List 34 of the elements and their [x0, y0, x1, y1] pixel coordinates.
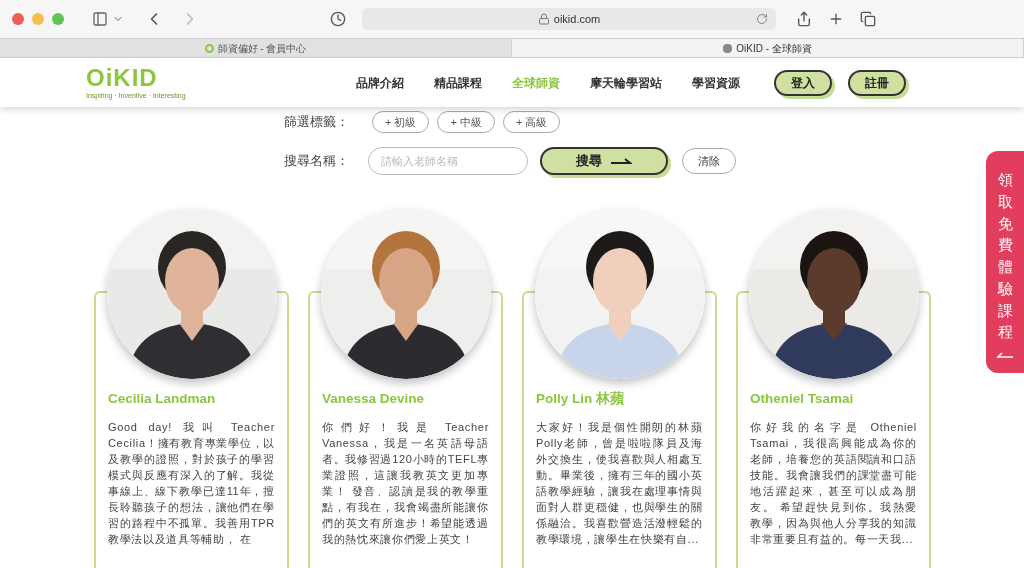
search-button[interactable]: 搜尋	[540, 147, 668, 175]
teacher-bio: 你好我的名字是 Otheniel Tsamai，我很高興能成為你的老師，培養您的英語閱讀和口語技能。我會讓我們的課堂盡可能地活躍起來，甚至可以成為朋友。 希望趕快見到你。我熱愛教學，因為與他人分享我的知識非常重要且有益的。每一天我...	[750, 420, 917, 548]
free-trial-button[interactable]: 領取免費體驗課程	[986, 151, 1024, 373]
nav-link[interactable]: 學習資源	[691, 73, 740, 92]
zoom-icon[interactable]	[52, 13, 64, 25]
history-icon[interactable]	[330, 11, 346, 27]
search-field[interactable]: 請輸入老師名稱	[368, 147, 528, 175]
url-text: oikid.com	[553, 11, 601, 27]
nav-link[interactable]: 摩天輪學習站	[589, 73, 662, 92]
sidebar-icon[interactable]	[92, 11, 108, 27]
register-button[interactable]: 註冊	[847, 69, 906, 96]
nav-link[interactable]: 精品課程	[433, 73, 482, 92]
browser-tab[interactable]: 師資偏好 - 會員中心	[0, 39, 512, 57]
tab-favicon-icon	[204, 43, 214, 53]
teacher-name: Vanessa Devine	[322, 390, 426, 408]
new-tab-icon[interactable]	[828, 11, 844, 27]
share-icon[interactable]	[796, 11, 812, 27]
browser-tab[interactable]: OiKID - 全球師資	[512, 39, 1024, 57]
close-icon[interactable]	[12, 13, 24, 25]
address-bar[interactable]: oikid.com	[362, 8, 776, 30]
teacher-bio: Good day! 我叫 Teacher Cecilia！擁有教育專業學位，以及教學的證照，對於孩子的學習模式與反應有深入的了解。我從事線上、線下教學已達11年，擅長聆聽孩子的想法，讓他們在學習的路程中不孤單。我善用TPR教學法以及道具等輔助， 在	[108, 420, 275, 548]
reload-icon[interactable]	[756, 13, 768, 25]
teacher-bio: 大家好！我是個性開朗的林蘋Polly老師，曾是啦啦隊員及海外交換生，使我喜歡與人相處互動。畢業後，擁有三年的國小英語教學經驗，讓我在處理事情與面對人群更穩健，也與學生的關係融洽。我喜歡營造活潑輕鬆的教學環境，讓學生在快樂有自...	[536, 420, 703, 548]
lock-icon	[537, 13, 550, 25]
filter-label: 篩選標籤：	[284, 113, 350, 132]
login-button[interactable]: 登入	[773, 69, 832, 96]
teacher-name: Polly Lin 林蘋	[536, 390, 625, 408]
teacher-bio: 你們好！我是 Teacher Vanessa，我是一名英語母語者。我修習過120小時的TEFL專業證照，這讓我教英文更加專業！ 發音、認讀是我的教學重點，有我在，我會竭盡所能讓你們的英文有所進步！希望能透過我的熱忱來讓你們愛上英文！	[322, 420, 489, 548]
tab-favicon-icon	[723, 43, 733, 53]
teacher-name: Cecilia Landman	[108, 390, 217, 408]
tabs-overview-icon[interactable]	[860, 11, 876, 27]
nav-link[interactable]: 品牌介紹	[355, 73, 404, 92]
search-label: 搜尋名稱：	[284, 152, 350, 171]
teacher-name: Otheniel Tsamai	[750, 390, 855, 408]
